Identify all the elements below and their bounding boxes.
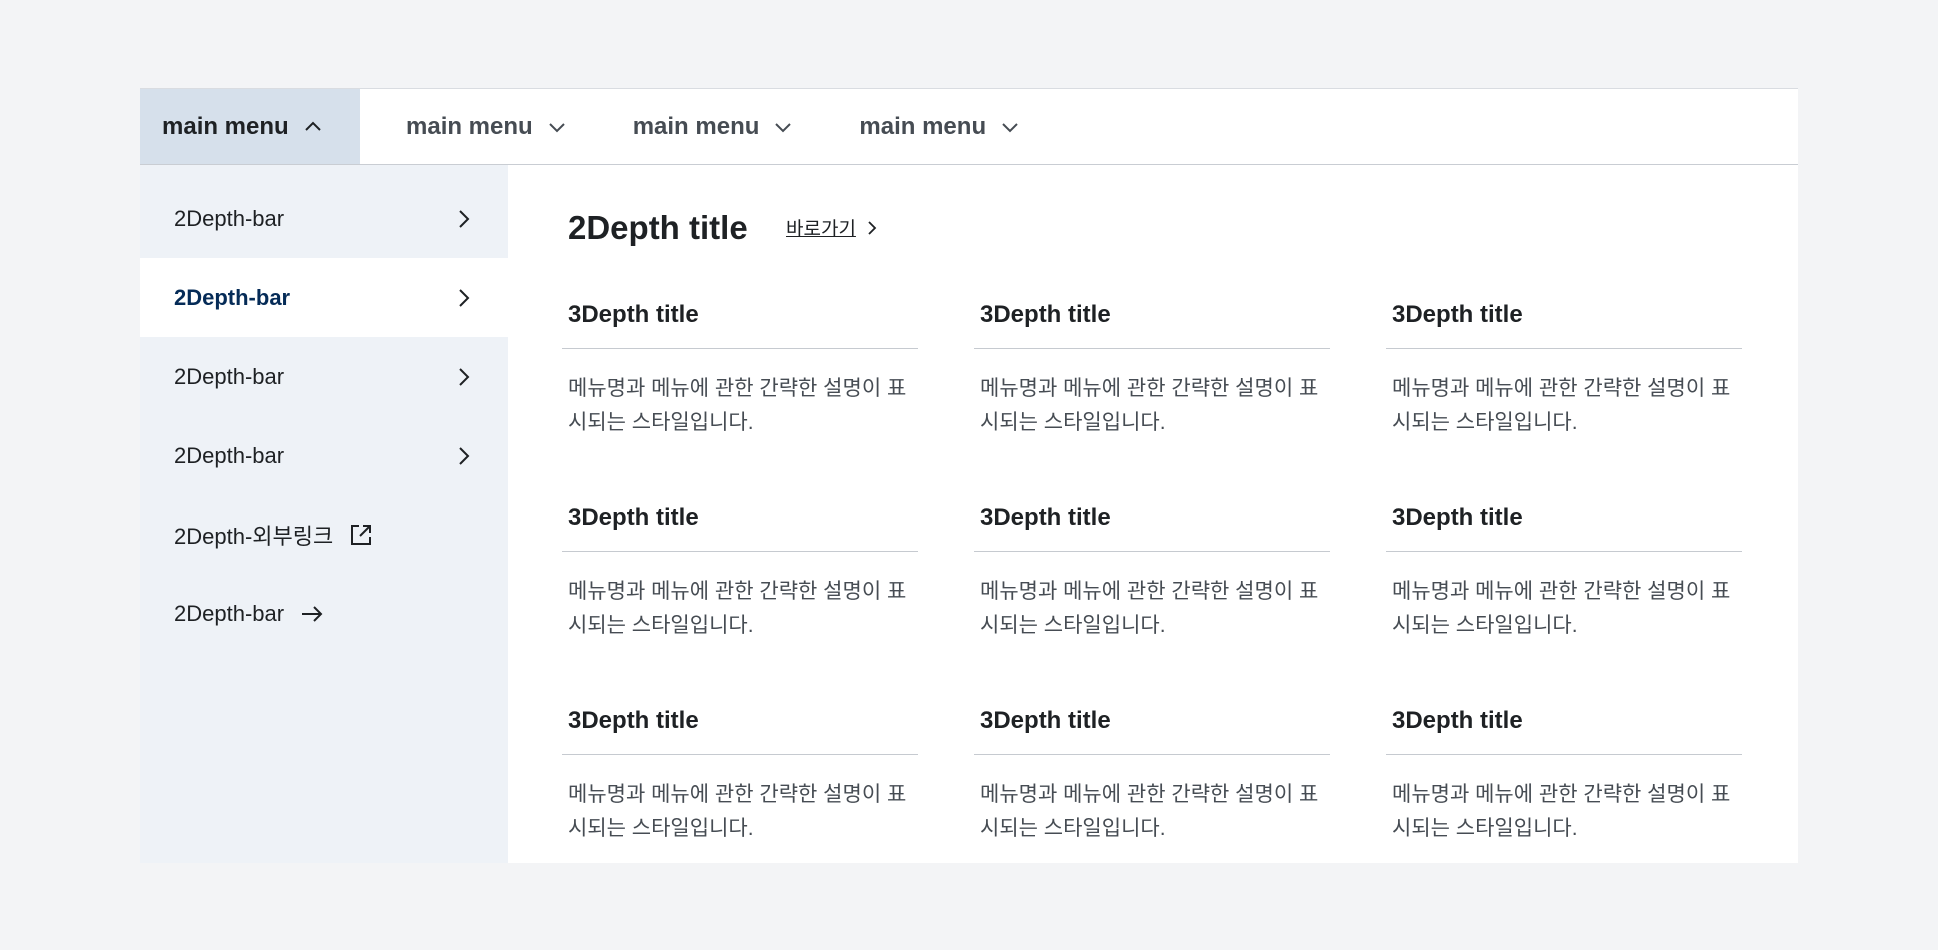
main-menu-tab-3[interactable]: main menu <box>609 89 814 164</box>
depth3-desc: 메뉴명과 메뉴에 관한 간략한 설명이 표시되는 스타일입니다. <box>568 783 907 840</box>
chevron-right-icon <box>453 287 475 309</box>
external-link-icon <box>349 523 373 547</box>
depth3-title: 3Depth title <box>1386 496 1742 552</box>
mega-menu: main menu main menu main menu main menu <box>140 88 1798 863</box>
side-item-label: 2Depth-외부링크 <box>174 523 334 549</box>
side-item-2[interactable]: 2Depth-bar <box>140 258 508 337</box>
depth3-title: 3Depth title <box>562 293 918 349</box>
depth3-title: 3Depth title <box>974 293 1330 349</box>
depth3-desc: 메뉴명과 메뉴에 관한 간략한 설명이 표시되는 스타일입니다. <box>980 580 1319 637</box>
shortcut-link[interactable]: 바로가기 <box>786 214 880 241</box>
side-item-4[interactable]: 2Depth-bar <box>140 416 508 495</box>
side-item-3[interactable]: 2Depth-bar <box>140 337 508 416</box>
side-item-external-link[interactable]: 2Depth-외부링크 <box>140 495 508 574</box>
depth3-title: 3Depth title <box>562 496 918 552</box>
page-frame: main menu main menu main menu main menu <box>0 0 1938 950</box>
side-item-6[interactable]: 2Depth-bar <box>140 574 508 653</box>
menu-content: 2Depth title 바로가기 3Depth title 메뉴명과 메뉴에 … <box>508 165 1798 863</box>
chevron-right-icon <box>864 220 880 236</box>
side-item-1[interactable]: 2Depth-bar <box>140 179 508 258</box>
depth3-title: 3Depth title <box>1386 293 1742 349</box>
depth3-title: 3Depth title <box>562 699 918 755</box>
main-menu-tab-2[interactable]: main menu <box>382 89 587 164</box>
depth3-desc: 메뉴명과 메뉴에 관한 간략한 설명이 표시되는 스타일입니다. <box>980 377 1319 434</box>
depth3-desc: 메뉴명과 메뉴에 관한 간략한 설명이 표시되는 스타일입니다. <box>980 783 1319 840</box>
depth3-desc: 메뉴명과 메뉴에 관한 간략한 설명이 표시되는 스타일입니다. <box>1392 377 1731 434</box>
arrow-right-icon <box>300 602 324 626</box>
chevron-right-icon <box>453 208 475 230</box>
depth3-title: 3Depth title <box>1386 699 1742 755</box>
depth3-card[interactable]: 3Depth title 메뉴명과 메뉴에 관한 간략한 설명이 표시되는 스타… <box>1386 293 1742 440</box>
depth3-desc: 메뉴명과 메뉴에 관한 간략한 설명이 표시되는 스타일입니다. <box>1392 580 1731 637</box>
depth3-card[interactable]: 3Depth title 메뉴명과 메뉴에 관한 간략한 설명이 표시되는 스타… <box>974 293 1330 440</box>
chevron-right-icon <box>453 445 475 467</box>
depth3-card[interactable]: 3Depth title 메뉴명과 메뉴에 관한 간략한 설명이 표시되는 스타… <box>1386 496 1742 643</box>
side-item-label: 2Depth-bar <box>174 600 285 626</box>
shortcut-link-label: 바로가기 <box>786 219 856 240</box>
chevron-down-icon <box>773 117 793 137</box>
depth3-card[interactable]: 3Depth title 메뉴명과 메뉴에 관한 간략한 설명이 표시되는 스타… <box>974 699 1330 846</box>
main-menu-tab-4[interactable]: main menu <box>835 89 1040 164</box>
side-menu: 2Depth-bar 2Depth-bar 2Depth-bar 2Depth-… <box>140 165 508 863</box>
depth3-title: 3Depth title <box>974 699 1330 755</box>
chevron-up-icon <box>303 117 323 137</box>
depth3-desc: 메뉴명과 메뉴에 관한 간략한 설명이 표시되는 스타일입니다. <box>568 377 907 434</box>
side-item-label: 2Depth-bar <box>174 363 285 389</box>
main-menu-label: main menu <box>162 112 289 140</box>
depth3-card[interactable]: 3Depth title 메뉴명과 메뉴에 관한 간략한 설명이 표시되는 스타… <box>562 496 918 643</box>
chevron-right-icon <box>453 366 475 388</box>
depth3-card[interactable]: 3Depth title 메뉴명과 메뉴에 관한 간략한 설명이 표시되는 스타… <box>562 293 918 440</box>
main-menu-label: main menu <box>859 112 987 140</box>
main-menu-label: main menu <box>632 112 760 140</box>
depth3-title: 3Depth title <box>974 496 1330 552</box>
side-item-label: 2Depth-bar <box>174 284 291 310</box>
side-item-label: 2Depth-bar <box>174 205 285 231</box>
side-item-label: 2Depth-bar <box>174 442 285 468</box>
depth3-card[interactable]: 3Depth title 메뉴명과 메뉴에 관한 간략한 설명이 표시되는 스타… <box>562 699 918 846</box>
chevron-down-icon <box>1000 117 1020 137</box>
depth3-desc: 메뉴명과 메뉴에 관한 간략한 설명이 표시되는 스타일입니다. <box>568 580 907 637</box>
main-menu-tab-1[interactable]: main menu <box>140 89 360 164</box>
depth3-card[interactable]: 3Depth title 메뉴명과 메뉴에 관한 간략한 설명이 표시되는 스타… <box>1386 699 1742 846</box>
depth3-card[interactable]: 3Depth title 메뉴명과 메뉴에 관한 간략한 설명이 표시되는 스타… <box>974 496 1330 643</box>
chevron-down-icon <box>547 117 567 137</box>
depth3-desc: 메뉴명과 메뉴에 관한 간략한 설명이 표시되는 스타일입니다. <box>1392 783 1731 840</box>
depth2-title: 2Depth title <box>568 209 748 246</box>
main-menu-label: main menu <box>406 112 533 140</box>
top-navigation: main menu main menu main menu main menu <box>140 88 1798 165</box>
